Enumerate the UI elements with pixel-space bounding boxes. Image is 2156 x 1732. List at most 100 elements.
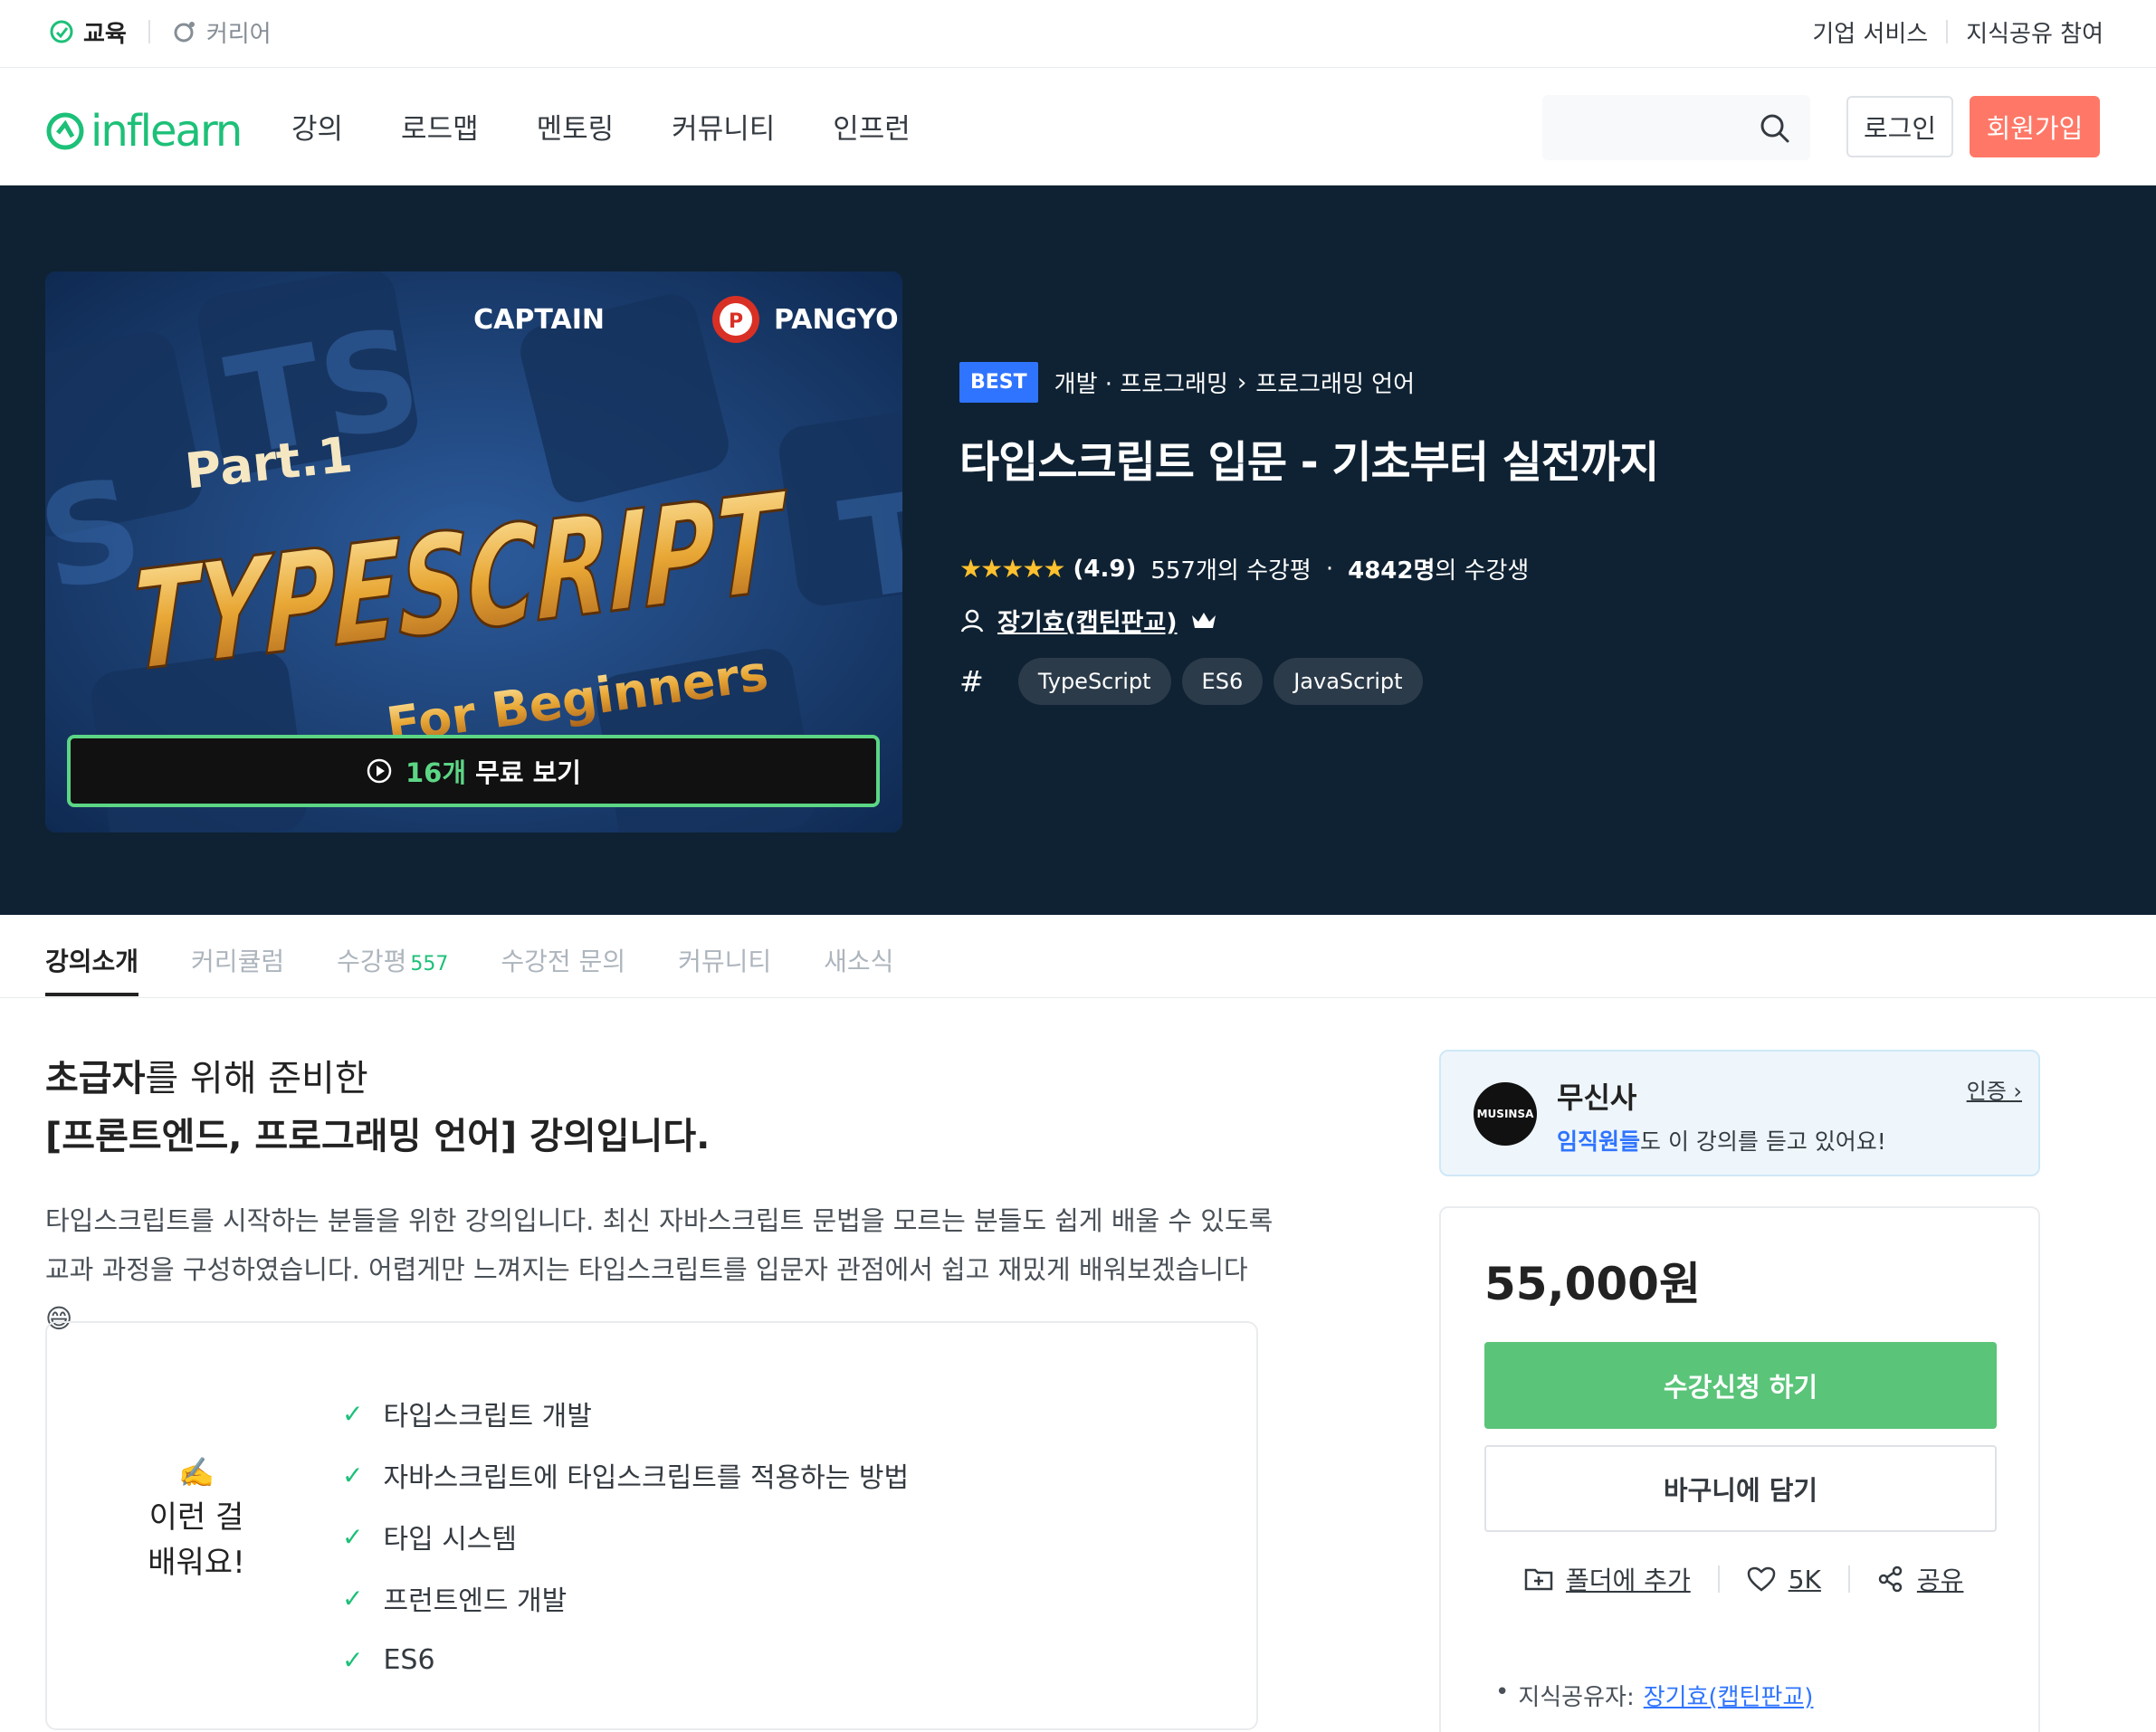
hashtag-icon: #: [959, 664, 984, 699]
nav-item-mentoring[interactable]: 멘토링: [537, 106, 615, 147]
learn-list: ✓ 타입스크립트 개발 ✓ 자바스크립트에 타입스크립트를 적용하는 방법 ✓ 타입 …: [342, 1383, 909, 1690]
learn-item-text: 자바스크립트에 타입스크립트를 적용하는 방법: [383, 1462, 910, 1494]
star-rating-icon: ★★★★★: [959, 554, 1066, 584]
check-icon: ✓: [342, 1460, 364, 1490]
intro-heading: 초급자를 위해 준비한 [프론트엔드, 프로그래밍 언어] 강의입니다.: [45, 1050, 710, 1166]
share-icon: [1878, 1565, 1903, 1593]
add-to-cart-button[interactable]: 바구니에 담기: [1484, 1445, 1997, 1532]
tag-chip[interactable]: ES6: [1181, 658, 1264, 705]
tags-row: # TypeScript ES6 JavaScript: [959, 658, 1423, 705]
divider: [1847, 1565, 1850, 1593]
service-switch: 교육 커리어: [49, 13, 272, 51]
edu-label: 교육: [83, 20, 127, 48]
learn-item-text: ES6: [383, 1643, 435, 1676]
learn-label-line: 배워요!: [148, 1545, 245, 1581]
svg-text:P: P: [729, 310, 743, 333]
divider: [1717, 1565, 1720, 1593]
learn-item-text: 타입 시스템: [383, 1524, 518, 1556]
certify-link[interactable]: 인증 ›: [1967, 1073, 2022, 1105]
separator-dot: ·: [1325, 555, 1334, 583]
learn-item-text: 타입스크립트 개발: [383, 1401, 592, 1432]
svg-text:CAPTAIN: CAPTAIN: [473, 304, 605, 336]
share-label: 공유: [1916, 1565, 1964, 1595]
course-tabs: 강의소개 커리큘럼 수강평 557 수강전 문의 커뮤니티 새소식: [0, 915, 2156, 998]
signup-button[interactable]: 회원가입: [1970, 96, 2100, 157]
course-title: 타입스크립트 입문 - 기초부터 실전까지: [959, 437, 1659, 488]
price: 55,000원: [1484, 1258, 1701, 1310]
nav-item-inflearn[interactable]: 인프런: [833, 106, 911, 147]
like-count: 5K: [1788, 1564, 1821, 1594]
course-hero: TS S TS CAPTAIN P PANGYO Part.1 TYPESCRI…: [0, 186, 2156, 915]
free-preview-button[interactable]: 16개 무료 보기: [67, 735, 880, 807]
add-to-folder-button[interactable]: 폴더에 추가: [1524, 1561, 1691, 1597]
nav-menu: 강의 로드맵 멘토링 커뮤니티 인프런: [291, 106, 911, 147]
company-text-bold: 임직원들: [1557, 1128, 1641, 1155]
tab-news[interactable]: 새소식: [824, 942, 893, 996]
company-text-rest: 도 이 강의를 듣고 있어요!: [1640, 1128, 1886, 1155]
search-input[interactable]: [1557, 108, 1738, 148]
sharer-prefix: 지식공유자:: [1518, 1684, 1635, 1711]
learn-label-line: 이런 걸: [148, 1499, 244, 1536]
company-logo: MUSINSA: [1474, 1082, 1537, 1146]
company-card: MUSINSA 무신사 임직원들도 이 강의를 듣고 있어요! 인증 ›: [1439, 1050, 2040, 1176]
knowledge-share-link[interactable]: 지식공유 참여: [1966, 15, 2104, 49]
free-preview-count: 16개: [405, 757, 467, 788]
intro-desc-line: 타입스크립트를 시작하는 분들을 위한 강의입니다. 최신 자바스크립트 문법을…: [45, 1205, 1274, 1236]
search-box: [1542, 95, 1810, 160]
tag-chip[interactable]: JavaScript: [1274, 658, 1423, 705]
utility-bar: 교육 커리어 기업 서비스 지식공유 참여: [0, 0, 2156, 68]
career-label: 커리어: [205, 20, 272, 48]
play-circle-icon: [367, 758, 392, 784]
breadcrumb-category[interactable]: 개발 · 프로그래밍: [1054, 366, 1228, 399]
main-navigation: inflearn 강의 로드맵 멘토링 커뮤니티 인프런 로그인 회원가입: [0, 68, 2156, 186]
share-button[interactable]: 공유: [1877, 1561, 1964, 1597]
nav-item-community[interactable]: 커뮤니티: [672, 106, 775, 147]
inflearn-logo[interactable]: inflearn: [45, 106, 243, 157]
divider: [148, 20, 150, 43]
tab-label: 새소식: [824, 947, 894, 976]
folder-label: 폴더에 추가: [1566, 1565, 1691, 1595]
crown-icon: [1191, 612, 1216, 628]
author-link[interactable]: 장기효(캡틴판교): [997, 603, 1178, 638]
enroll-button[interactable]: 수강신청 하기: [1484, 1342, 1997, 1429]
business-service-link[interactable]: 기업 서비스: [1812, 15, 1928, 49]
search-icon[interactable]: [1760, 113, 1790, 144]
nav-item-roadmap[interactable]: 로드맵: [401, 106, 479, 147]
nav-item-courses[interactable]: 강의: [291, 106, 343, 147]
sharer-link[interactable]: 장기효(캡틴판교): [1644, 1679, 1814, 1712]
like-button[interactable]: 5K: [1747, 1565, 1821, 1594]
rating-row: ★★★★★ (4.9) 557개의 수강평 · 4842명의 수강생: [959, 552, 1529, 585]
intro-head1: 를 위해 준비한: [145, 1058, 368, 1099]
card-actions: 폴더에 추가 5K 공유: [1524, 1561, 1963, 1597]
folder-plus-icon: [1524, 1568, 1553, 1591]
tab-questions[interactable]: 수강전 문의: [501, 942, 625, 996]
review-count[interactable]: 557개의 수강평: [1150, 552, 1312, 585]
logo-icon: [46, 112, 84, 150]
check-icon: ✓: [342, 1644, 364, 1675]
author-row: 장기효(캡틴판교): [959, 603, 1217, 638]
edu-service-link[interactable]: 교육: [49, 15, 127, 49]
education-icon: [50, 20, 73, 43]
login-button[interactable]: 로그인: [1846, 96, 1953, 157]
tab-reviews[interactable]: 수강평 557: [337, 942, 448, 996]
career-service-link[interactable]: 커리어: [172, 15, 272, 49]
chevron-right-icon: ›: [1236, 368, 1247, 396]
free-preview-label: 무료 보기: [475, 757, 581, 788]
tab-count: 557: [410, 953, 449, 975]
list-item: ✓ 타입스크립트 개발: [342, 1383, 909, 1444]
tab-intro[interactable]: 강의소개: [45, 942, 139, 996]
instructor-info: • 지식공유자: 장기효(캡틴판교): [1495, 1679, 1813, 1712]
rating-value: (4.9): [1073, 555, 1137, 583]
check-icon: ✓: [342, 1583, 364, 1613]
tag-chip[interactable]: TypeScript: [1017, 658, 1171, 705]
tab-curriculum[interactable]: 커리큘럼: [191, 942, 284, 996]
tab-community[interactable]: 커뮤니티: [678, 942, 771, 996]
svg-text:PANGYO: PANGYO: [774, 304, 899, 336]
tab-label: 수강전 문의: [501, 947, 626, 976]
intro-head2: [프론트엔드, 프로그래밍 언어] 강의입니다.: [45, 1116, 711, 1157]
check-icon: ✓: [342, 1521, 364, 1552]
breadcrumb: BEST 개발 · 프로그래밍 › 프로그래밍 언어: [959, 362, 1658, 403]
breadcrumb-subcategory[interactable]: 프로그래밍 언어: [1255, 366, 1415, 399]
list-item: ✓ ES6: [342, 1629, 909, 1690]
career-icon: [174, 22, 195, 43]
